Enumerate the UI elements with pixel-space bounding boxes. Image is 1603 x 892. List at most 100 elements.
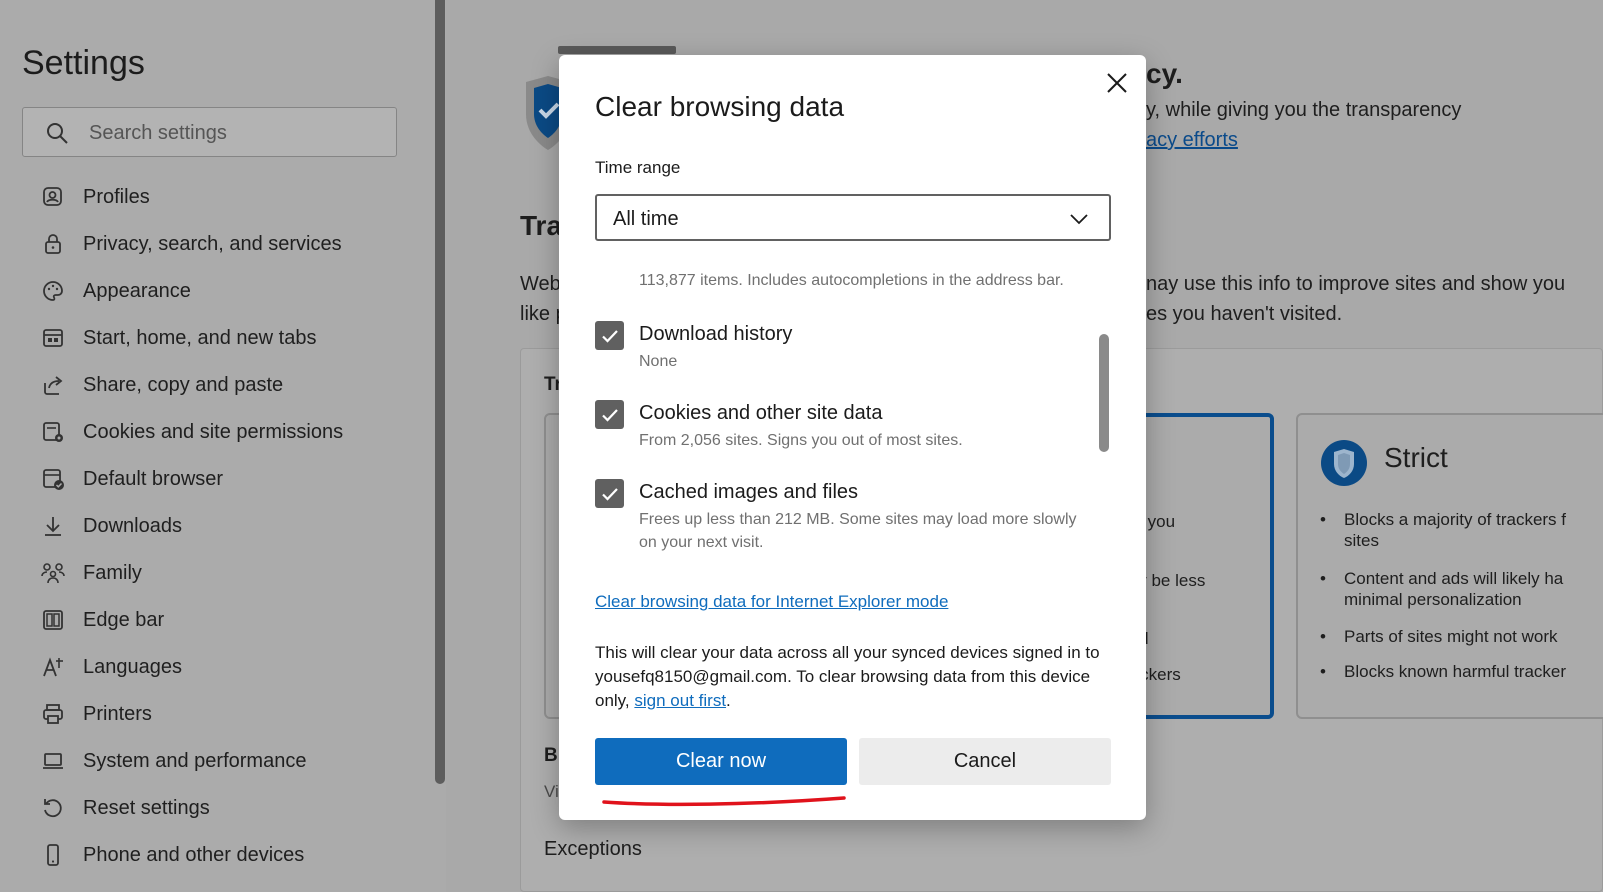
settings-title: Settings <box>22 44 145 82</box>
sidebar-item-profiles[interactable]: Profiles <box>40 182 150 212</box>
sidebar-item-label: Privacy, search, and services <box>83 232 342 255</box>
cached-images-desc: Frees up less than 212 MB. Some sites ma… <box>639 511 1077 551</box>
clear-now-button[interactable]: Clear now <box>595 738 847 785</box>
close-icon <box>1107 73 1127 93</box>
sidebar-item-languages[interactable]: Languages <box>40 652 182 682</box>
checkmark-icon <box>601 408 618 422</box>
strict-bullet-2-cont: minimal personalization <box>1344 590 1522 609</box>
privacy-intro-fragment: y, while giving you the transparency <box>1146 99 1462 121</box>
strict-bullet-1-cont: sites <box>1344 531 1379 550</box>
profiles-icon <box>40 184 66 210</box>
cookies-title: Cookies and other site data <box>639 402 883 424</box>
sidebar-item-system[interactable]: System and performance <box>40 746 306 776</box>
tracking-para-fragment-1: Web <box>520 273 561 295</box>
cached-images-title: Cached images and files <box>639 481 859 503</box>
privacy-efforts-link[interactable]: acy efforts <box>1146 129 1238 152</box>
strict-option-card[interactable]: Strict Blocks a majority of trackers f s… <box>1296 413 1603 719</box>
sidebar-item-label: Default browser <box>83 467 224 490</box>
cookies-desc: From 2,056 sites. Signs you out of most … <box>639 432 963 449</box>
settings-sidebar: Settings Search settings Profiles Privac… <box>0 0 446 892</box>
download-history-option[interactable]: Download history None <box>595 321 1095 381</box>
blocked-trackers-sub-fragment: Vi <box>544 782 559 801</box>
illustration-bar <box>558 46 676 54</box>
browsing-history-desc: 113,877 items. Includes autocompletions … <box>639 272 1064 289</box>
exceptions-heading: Exceptions <box>544 838 642 860</box>
download-history-title: Download history <box>639 323 793 345</box>
sidebar-item-share[interactable]: Share, copy and paste <box>40 370 283 400</box>
chevron-down-icon <box>1070 214 1088 225</box>
time-range-label: Time range <box>595 158 681 177</box>
phone-icon <box>40 842 66 868</box>
sync-notice-end: . <box>726 691 731 710</box>
languages-icon <box>40 654 66 680</box>
sidebar-item-label: Downloads <box>83 514 182 537</box>
list-scrollbar-thumb[interactable] <box>1099 334 1109 452</box>
download-icon <box>40 513 66 539</box>
search-settings-input[interactable]: Search settings <box>22 107 397 157</box>
cookies-option[interactable]: Cookies and other site data From 2,056 s… <box>595 400 1095 460</box>
sidebar-item-family[interactable]: Family <box>40 558 142 588</box>
tracking-para-fragment-4: es you haven't visited. <box>1146 303 1343 325</box>
edge-bar-icon <box>40 607 66 633</box>
cached-images-checkbox[interactable] <box>595 479 624 508</box>
data-types-list[interactable]: 113,877 items. Includes autocompletions … <box>595 265 1111 570</box>
sidebar-item-printers[interactable]: Printers <box>40 699 152 729</box>
lock-icon <box>40 231 66 257</box>
download-history-checkbox[interactable] <box>595 321 624 350</box>
sidebar-scrollbar[interactable] <box>435 0 445 784</box>
checkmark-icon <box>601 329 618 343</box>
sidebar-item-label: Printers <box>83 702 152 725</box>
laptop-icon <box>40 748 66 774</box>
download-history-desc: None <box>639 353 678 370</box>
cookies-checkbox[interactable] <box>595 400 624 429</box>
sidebar-item-downloads[interactable]: Downloads <box>40 511 182 541</box>
time-range-select[interactable]: All time <box>595 194 1111 241</box>
privacy-heading-fragment: cy. <box>1146 58 1183 89</box>
sidebar-item-label: Start, home, and new tabs <box>83 326 317 349</box>
strict-bullet-1: Blocks a majority of trackers f <box>1320 508 1566 532</box>
sidebar-item-privacy[interactable]: Privacy, search, and services <box>40 229 342 259</box>
cancel-button[interactable]: Cancel <box>859 738 1111 785</box>
sidebar-item-label: Appearance <box>83 279 191 302</box>
sign-out-first-link[interactable]: sign out first <box>634 691 726 710</box>
sidebar-item-label: Profiles <box>83 185 150 208</box>
strict-title: Strict <box>1384 442 1448 473</box>
sidebar-item-label: Share, copy and paste <box>83 373 284 396</box>
time-range-value: All time <box>613 208 679 230</box>
sidebar-item-label: Family <box>83 561 142 584</box>
sidebar-item-label: Cookies and site permissions <box>83 420 344 443</box>
strict-shield-icon <box>1321 440 1367 486</box>
sidebar-item-cookies[interactable]: Cookies and site permissions <box>40 417 343 447</box>
sidebar-item-appearance[interactable]: Appearance <box>40 276 191 306</box>
sidebar-item-label: Edge bar <box>83 608 165 631</box>
palette-icon <box>40 278 66 304</box>
sidebar-item-label: Phone and other devices <box>83 843 305 866</box>
sidebar-item-edge-bar[interactable]: Edge bar <box>40 605 164 635</box>
sidebar-item-start-home[interactable]: Start, home, and new tabs <box>40 323 316 353</box>
family-icon <box>40 560 66 586</box>
strict-bullet-4: Blocks known harmful tracker <box>1320 660 1566 684</box>
strict-bullet-2: Content and ads will likely ha <box>1320 567 1563 591</box>
sidebar-item-default-browser[interactable]: Default browser <box>40 464 223 494</box>
start-page-icon <box>40 325 66 351</box>
sidebar-item-label: Languages <box>83 655 182 678</box>
cookies-icon <box>40 419 66 445</box>
sidebar-item-phone[interactable]: Phone and other devices <box>40 840 304 870</box>
search-placeholder: Search settings <box>89 122 227 144</box>
share-icon <box>40 372 66 398</box>
close-button[interactable] <box>1103 69 1131 97</box>
sidebar-item-label: Reset settings <box>83 796 210 819</box>
clear-browsing-data-dialog: Clear browsing data Time range All time … <box>559 55 1146 820</box>
checkmark-icon <box>601 487 618 501</box>
sidebar-item-label: System and performance <box>83 749 307 772</box>
dialog-title: Clear browsing data <box>595 91 845 122</box>
strict-bullet-3: Parts of sites might not work <box>1320 625 1557 649</box>
sidebar-item-reset[interactable]: Reset settings <box>40 793 210 823</box>
sync-notice: This will clear your data across all you… <box>595 641 1119 713</box>
search-icon <box>47 123 68 144</box>
tracking-heading-fragment: Tra <box>520 210 563 241</box>
cached-images-option[interactable]: Cached images and files Frees up less th… <box>595 479 1095 563</box>
ie-mode-clear-link[interactable]: Clear browsing data for Internet Explore… <box>595 592 948 612</box>
default-browser-icon <box>40 466 66 492</box>
tracking-para-fragment-3: nay use this info to improve sites and s… <box>1146 273 1566 295</box>
